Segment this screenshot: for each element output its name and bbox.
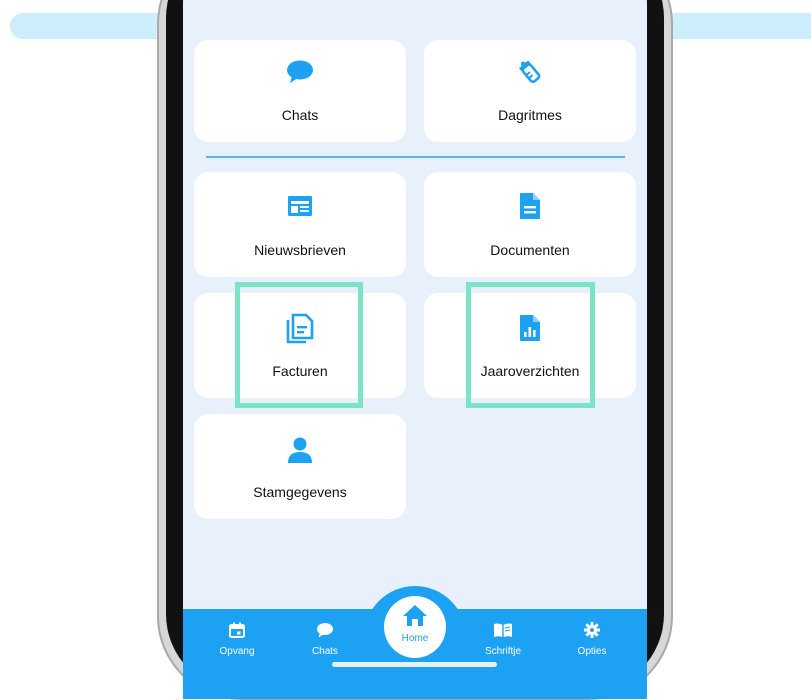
baby-bottle-icon [424,57,636,87]
tab-chats-label: Chats [311,646,339,657]
documenten-card-label: Documenten [490,242,570,258]
calendar-icon [229,622,245,638]
home-indicator[interactable] [332,662,497,667]
book-icon [494,623,512,637]
tab-home-label: Home [401,633,429,644]
nieuwsbrieven-card[interactable]: Nieuwsbrieven [194,172,406,277]
dagritmes-card[interactable]: Dagritmes [424,40,636,142]
newspaper-icon [194,194,406,218]
document-icon [424,192,636,220]
nieuwsbrieven-card-label: Nieuwsbrieven [254,242,346,258]
tab-opvang-label: Opvang [219,646,255,657]
facturen-highlight [235,282,363,408]
chat-bubble-icon [194,60,406,84]
chat-bubble-icon [317,623,333,638]
tab-opties[interactable]: Opties [552,622,632,657]
documenten-card[interactable]: Documenten [424,172,636,277]
tab-chats[interactable]: Chats [285,622,365,657]
section-divider [206,156,625,158]
jaaroverzichten-highlight [466,282,595,408]
home-icon [403,605,427,626]
gear-icon [584,622,600,638]
tab-home[interactable]: Home [384,596,446,658]
tab-opties-label: Opties [577,646,607,657]
stamgegevens-card[interactable]: Stamgegevens [194,414,406,519]
dagritmes-card-label: Dagritmes [498,107,562,123]
chats-card-label: Chats [281,107,319,123]
tab-opvang[interactable]: Opvang [197,622,277,657]
tab-schriftje[interactable]: Schriftje [463,622,543,657]
person-icon [194,436,406,464]
chats-card[interactable]: Chats [194,40,406,142]
tab-schriftje-label: Schriftje [484,646,522,657]
stamgegevens-card-label: Stamgegevens [253,484,347,500]
